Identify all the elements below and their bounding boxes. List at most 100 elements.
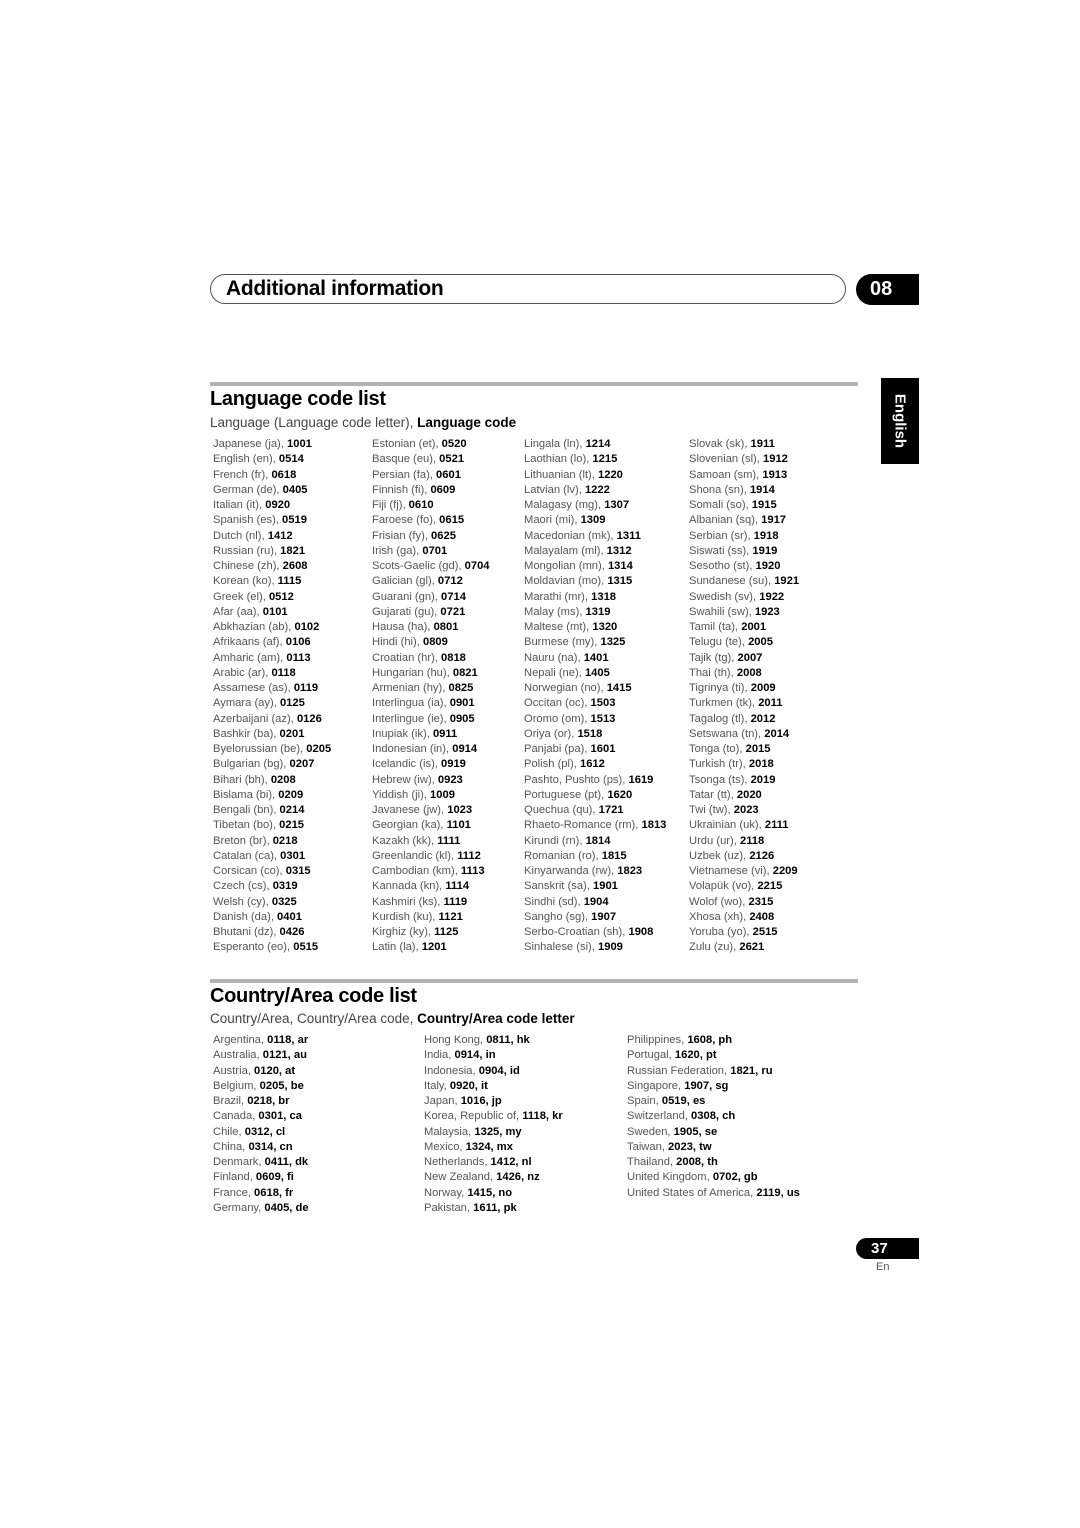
code-entry: Yoruba (yo), 2515 (689, 925, 799, 940)
entry-code: 2621 (739, 941, 765, 954)
entry-code: 0811, hk (486, 1034, 530, 1046)
entry-code: 1823 (617, 865, 643, 877)
entry-name: Sangho (sg), (524, 910, 592, 923)
entry-name: Welsh (cy), (213, 895, 272, 908)
code-entry: Slovak (sk), 1911 (689, 437, 799, 452)
entry-name: Russian (ru), (213, 544, 281, 557)
code-entry: Canada, 0301, ca (213, 1109, 309, 1124)
entry-name: Turkish (tr), (689, 758, 749, 771)
entry-name: Maltese (mt), (524, 621, 593, 633)
entry-name: New Zealand, (424, 1171, 497, 1184)
entry-name: Korean (ko), (213, 575, 278, 588)
code-entry: Galician (gl), 0712 (372, 574, 490, 589)
entry-code: 1907 (591, 910, 617, 923)
entry-name: Guarani (gn), (372, 590, 442, 603)
code-entry: Serbian (sr), 1918 (689, 529, 799, 544)
code-entry: Japan, 1016, jp (424, 1094, 563, 1109)
code-entry: Byelorussian (be), 0205 (213, 742, 331, 757)
entry-code: 2209 (772, 865, 798, 877)
code-entry: Netherlands, 1412, nl (424, 1155, 563, 1170)
code-entry: Moldavian (mo), 1315 (524, 574, 666, 589)
code-entry: Latvian (lv), 1222 (524, 483, 666, 498)
code-entry: Kannada (kn), 1114 (372, 879, 490, 894)
entry-name: Polish (pl), (524, 758, 580, 771)
code-entry: Japanese (ja), 1001 (213, 437, 331, 452)
code-entry: Swedish (sv), 1922 (689, 590, 799, 605)
entry-code: 1415, no (467, 1186, 513, 1199)
entry-name: Yiddish (ji), (372, 788, 431, 801)
entry-code: 0401 (277, 910, 302, 923)
entry-code: 0214 (279, 804, 305, 816)
entry-code: 1112 (457, 849, 481, 862)
entry-name: Italy, (424, 1079, 450, 1092)
entry-code: 0308, ch (691, 1110, 736, 1123)
page-number: 37 (856, 1238, 919, 1259)
language-section-title: Language code list (210, 388, 386, 410)
entry-name: Australia, (213, 1049, 263, 1062)
entry-code: 0201 (279, 727, 305, 740)
code-entry: Hungarian (hu), 0821 (372, 666, 490, 681)
code-entry: Norway, 1415, no (424, 1186, 563, 1201)
code-entry: Irish (ga), 0701 (372, 544, 490, 559)
entry-name: Indonesia, (424, 1064, 479, 1077)
entry-name: Maori (mi), (524, 514, 581, 527)
entry-name: Malaysia, (424, 1125, 475, 1138)
code-entry: Inupiak (ik), 0911 (372, 727, 490, 742)
code-entry: Finnish (fi), 0609 (372, 483, 490, 498)
code-entry: Occitan (oc), 1503 (524, 696, 666, 711)
entry-code: 0101 (262, 605, 288, 618)
entry-code: 1315 (607, 575, 633, 588)
entry-code: 1913 (762, 468, 788, 481)
entry-name: Samoan (sm), (689, 468, 763, 481)
entry-code: 0901 (449, 697, 475, 710)
entry-code: 0120, at (254, 1064, 296, 1077)
entry-name: Telugu (te), (689, 636, 749, 649)
entry-name: Afar (aa), (213, 605, 263, 618)
entry-name: Philippines, (627, 1034, 688, 1046)
entry-name: Corsican (co), (213, 865, 286, 877)
code-entry: Pashto, Pushto (ps), 1619 (524, 773, 666, 788)
entry-code: 1813 (641, 819, 667, 832)
entry-code: 1907, sg (684, 1079, 729, 1092)
entry-name: Finnish (fi), (372, 483, 431, 496)
entry-code: 1915 (751, 499, 777, 511)
entry-name: Inupiak (ik), (372, 727, 433, 740)
entry-code: 2515 (752, 926, 778, 938)
entry-code: 1119 (443, 895, 468, 908)
entry-name: Czech (cs), (213, 880, 273, 893)
code-entry: Nauru (na), 1401 (524, 651, 666, 666)
entry-code: 1311 (616, 529, 641, 542)
entry-code: 1601 (590, 743, 616, 755)
entry-code: 0714 (441, 590, 466, 603)
entry-name: Greenlandic (kl), (372, 849, 458, 862)
code-entry: Kirundi (rn), 1814 (524, 834, 666, 849)
entry-code: 1919 (752, 544, 778, 557)
entry-code: 1821 (280, 544, 306, 557)
entry-name: Xhosa (xh), (689, 910, 750, 923)
entry-code: 0712 (437, 575, 463, 588)
code-entry: Bislama (bi), 0209 (213, 788, 331, 803)
code-entry: Siswati (ss), 1919 (689, 544, 799, 559)
entry-name: Finland, (213, 1171, 256, 1184)
entry-name: Danish (da), (213, 910, 278, 923)
code-entry: Sweden, 1905, se (627, 1125, 800, 1140)
entry-code: 0207 (289, 758, 315, 771)
code-entry: Kashmiri (ks), 1119 (372, 895, 490, 910)
entry-name: Scots-Gaelic (gd), (372, 560, 465, 572)
entry-name: Icelandic (is), (372, 758, 442, 771)
code-entry: Sangho (sg), 1907 (524, 910, 666, 925)
code-entry: Burmese (my), 1325 (524, 635, 666, 650)
entry-name: Somali (so), (689, 499, 752, 511)
entry-name: Galician (gl), (372, 575, 438, 588)
code-entry: Nepali (ne), 1405 (524, 666, 666, 681)
entry-name: Setswana (tn), (689, 727, 765, 740)
entry-code: 1620 (607, 788, 633, 801)
entry-name: Cambodian (km), (372, 865, 461, 877)
code-column: Estonian (et), 0520 Basque (eu), 0521 Pers… (372, 437, 490, 956)
entry-code: 2001 (741, 621, 767, 633)
code-entry: Romanian (ro), 1815 (524, 849, 666, 864)
entry-name: Malayalam (ml), (524, 544, 607, 557)
code-entry: Esperanto (eo), 0515 (213, 940, 331, 955)
entry-code: 1121 (438, 910, 463, 923)
code-entry: Brazil, 0218, br (213, 1094, 309, 1109)
